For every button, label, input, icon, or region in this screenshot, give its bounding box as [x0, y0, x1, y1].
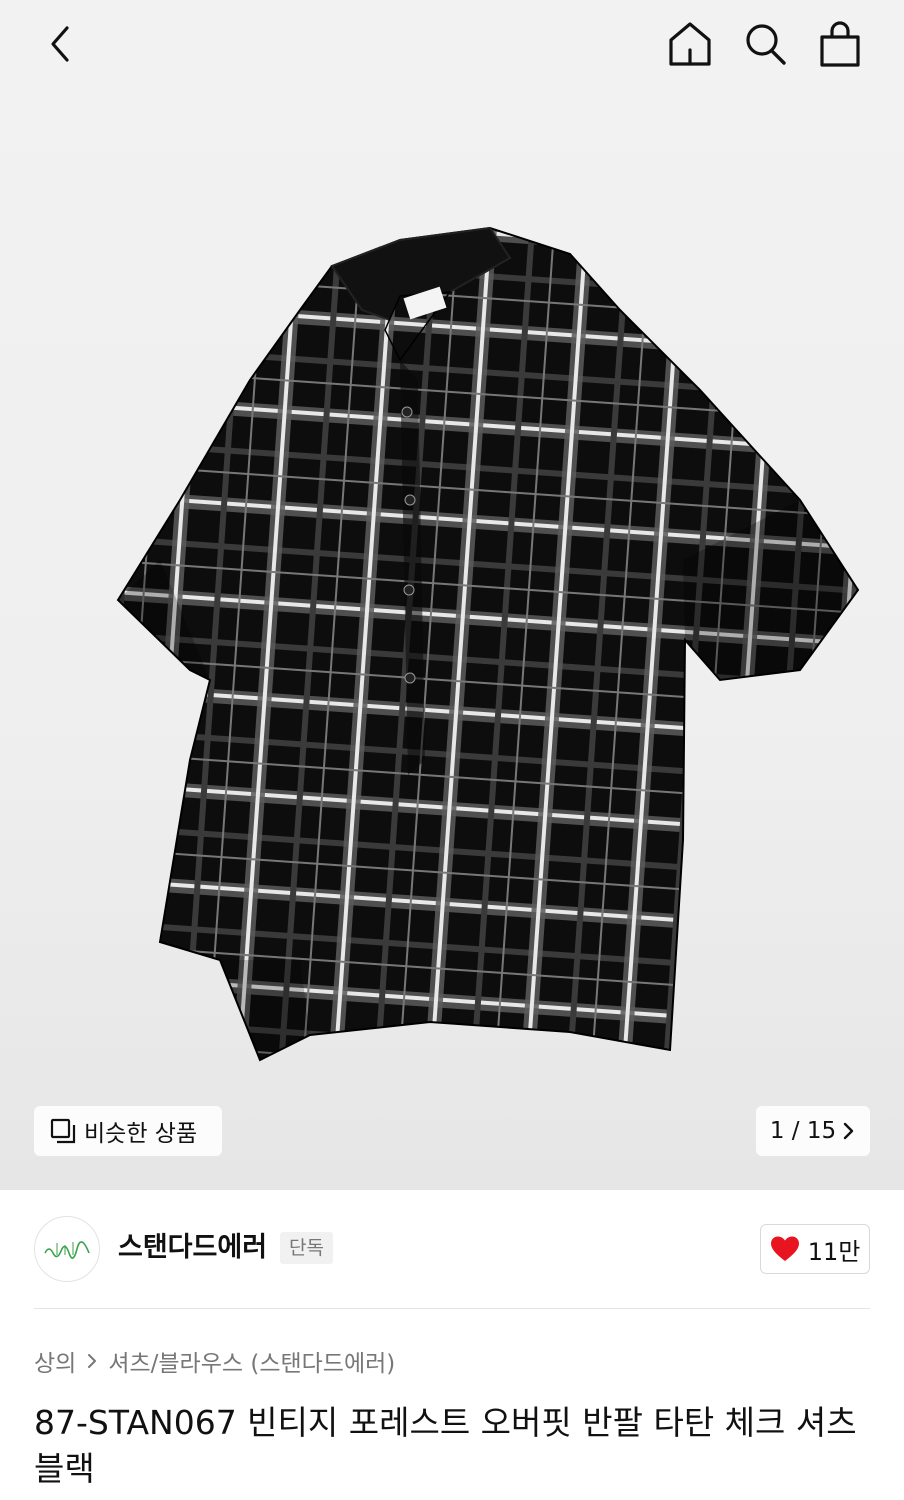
- breadcrumb-item-category[interactable]: 상의: [34, 1344, 76, 1378]
- product-image[interactable]: [100, 200, 870, 1080]
- heart-icon: [770, 1236, 799, 1261]
- product-title: 87-STAN067 빈티지 포레스트 오버핏 반팔 타탄 체크 셔츠 블랙: [34, 1403, 857, 1488]
- cart-button[interactable]: [810, 16, 870, 72]
- chevron-right-icon: [86, 1352, 98, 1370]
- chevron-right-icon: [843, 1122, 854, 1140]
- exclusive-badge: 단독: [280, 1232, 333, 1264]
- similar-products-label: 비슷한 상품: [84, 1121, 198, 1147]
- shopping-bag-icon: [820, 21, 860, 67]
- top-bar: [0, 0, 904, 92]
- similar-items-icon: [50, 1118, 76, 1144]
- product-gallery[interactable]: 비슷한 상품 1 / 15: [0, 0, 904, 1190]
- home-button[interactable]: [660, 16, 720, 72]
- search-button[interactable]: [736, 16, 796, 72]
- divider: [34, 1308, 870, 1309]
- similar-products-button[interactable]: 비슷한 상품: [34, 1106, 222, 1156]
- image-counter-button[interactable]: 1 / 15: [756, 1106, 870, 1156]
- search-icon: [746, 24, 786, 65]
- home-icon: [669, 22, 711, 66]
- brand-logo[interactable]: [34, 1216, 100, 1282]
- chevron-left-icon: [51, 26, 69, 62]
- brand-name[interactable]: 스탠다드에러: [118, 1230, 267, 1266]
- brand-logo-icon: [44, 1241, 90, 1259]
- breadcrumb-item-subcategory[interactable]: 셔츠/블라우스 (스탠다드에러): [108, 1344, 395, 1378]
- breadcrumb: 상의 셔츠/블라우스 (스탠다드에러): [34, 1344, 395, 1378]
- brand-row: 스탠다드에러 단독 11만: [0, 1190, 904, 1308]
- like-button[interactable]: 11만: [760, 1224, 870, 1274]
- image-counter: 1 / 15: [769, 1118, 837, 1144]
- back-button[interactable]: [30, 18, 90, 70]
- like-count: 11만: [807, 1237, 861, 1266]
